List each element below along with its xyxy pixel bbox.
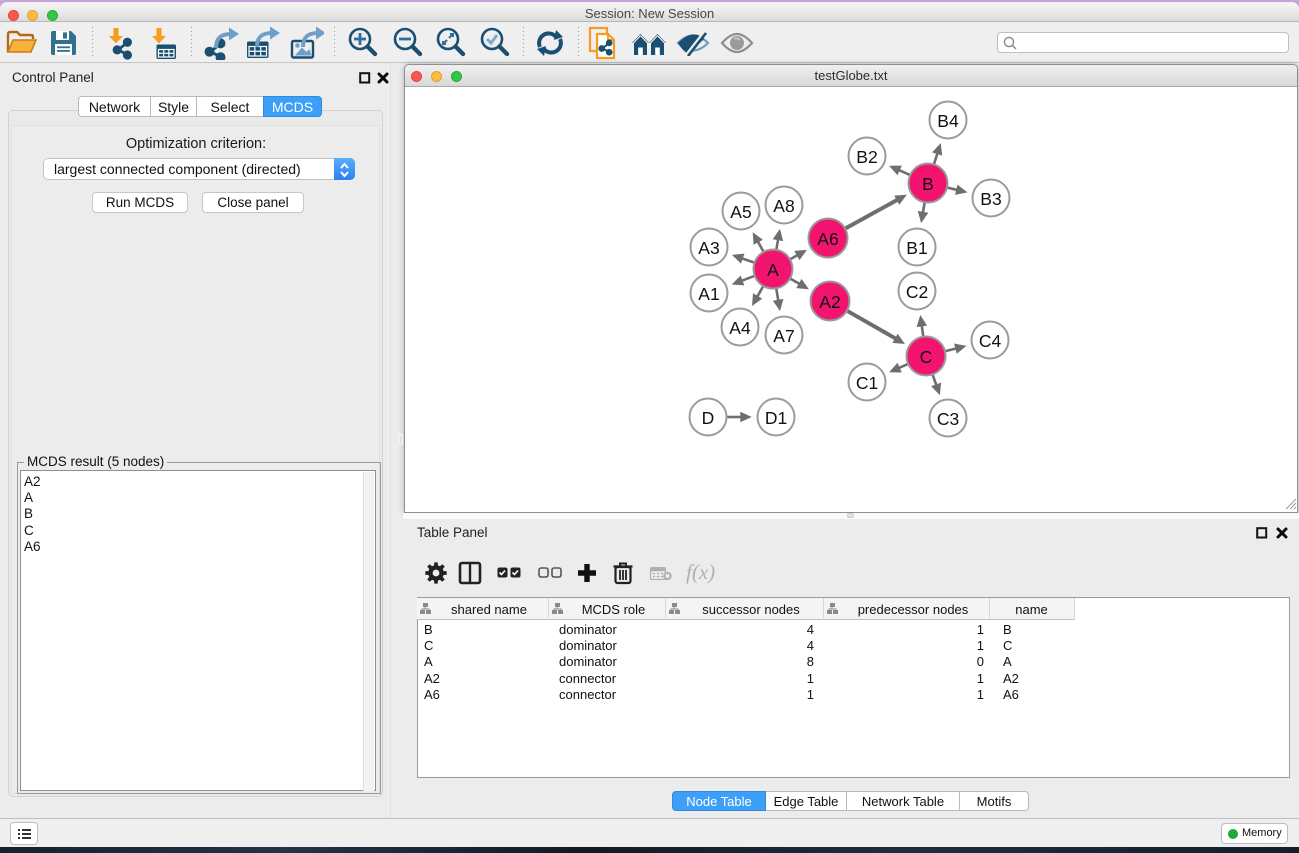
svg-text:A2: A2 bbox=[819, 292, 840, 312]
svg-text:C1: C1 bbox=[856, 373, 878, 393]
svg-text:B3: B3 bbox=[980, 189, 1001, 209]
svg-text:C3: C3 bbox=[937, 409, 959, 429]
svg-text:A1: A1 bbox=[698, 284, 719, 304]
svg-text:A5: A5 bbox=[730, 202, 751, 222]
svg-text:A8: A8 bbox=[773, 196, 794, 216]
svg-text:A: A bbox=[767, 260, 779, 280]
svg-text:C: C bbox=[920, 347, 933, 367]
svg-text:A3: A3 bbox=[698, 238, 719, 258]
svg-text:A6: A6 bbox=[817, 229, 838, 249]
svg-text:D1: D1 bbox=[765, 408, 787, 428]
svg-text:B4: B4 bbox=[937, 111, 959, 131]
svg-text:C4: C4 bbox=[979, 331, 1002, 351]
svg-text:A4: A4 bbox=[729, 318, 751, 338]
svg-text:B2: B2 bbox=[856, 147, 877, 167]
svg-text:B1: B1 bbox=[906, 238, 927, 258]
svg-text:A7: A7 bbox=[773, 326, 794, 346]
svg-text:D: D bbox=[702, 408, 715, 428]
svg-text:B: B bbox=[922, 174, 934, 194]
svg-text:C2: C2 bbox=[906, 282, 928, 302]
